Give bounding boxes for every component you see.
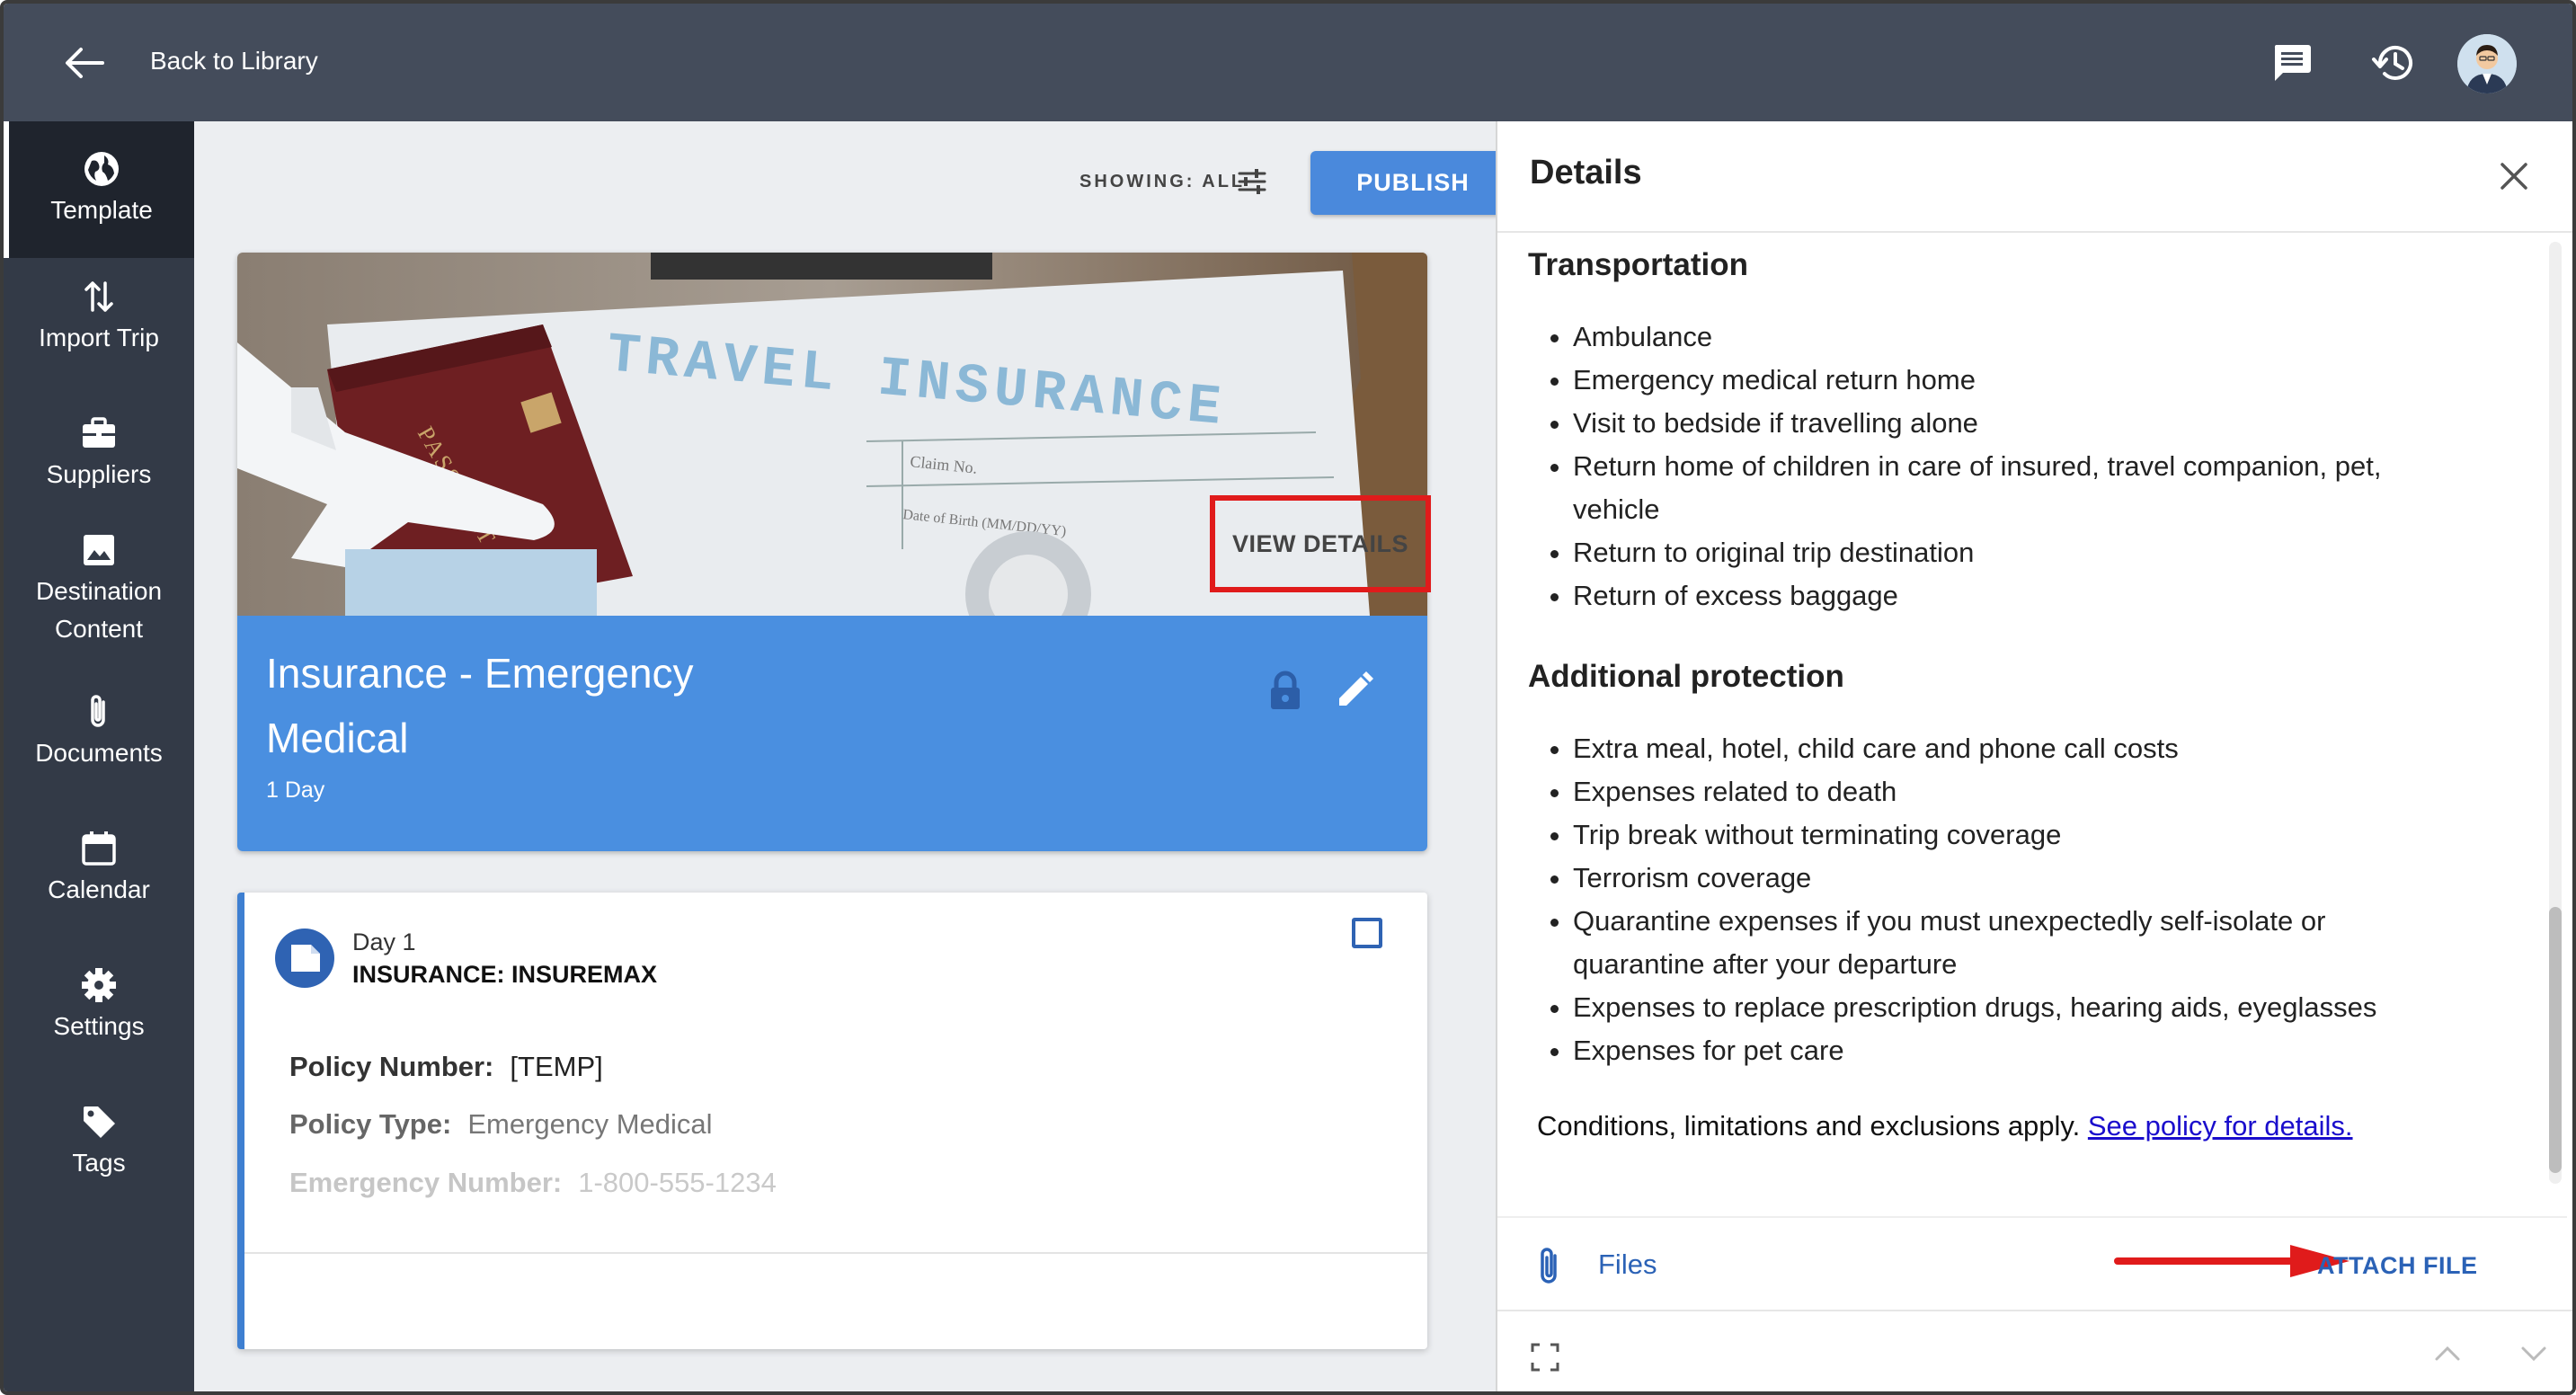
conditions-note: Conditions, limitations and exclusions a… bbox=[1537, 1110, 2353, 1142]
list-item: Emergency medical return home bbox=[1573, 359, 2526, 402]
list-item: Return of excess baggage bbox=[1573, 574, 2526, 618]
paperclip-icon bbox=[91, 695, 105, 727]
emergency-number-field: Emergency Number: 1-800-555-1234 bbox=[289, 1167, 777, 1198]
sidebar-item-label: Template bbox=[50, 196, 153, 224]
lock-icon[interactable] bbox=[1267, 670, 1303, 711]
sidebar-item-settings[interactable]: Settings bbox=[4, 964, 194, 1045]
sidebar-item-label: Suppliers bbox=[46, 460, 152, 488]
trip-duration: 1 Day bbox=[266, 777, 325, 803]
chat-icon[interactable] bbox=[2269, 40, 2315, 86]
chevron-down-icon[interactable] bbox=[2518, 1342, 2549, 1365]
section-heading-additional-protection: Additional protection bbox=[1528, 659, 1844, 694]
details-scrollbar[interactable] bbox=[2549, 242, 2562, 1184]
calendar-icon bbox=[82, 831, 116, 866]
view-details-button[interactable]: VIEW DETAILS bbox=[1210, 495, 1431, 592]
list-item: Expenses for pet care bbox=[1573, 1029, 2526, 1072]
files-label: Files bbox=[1598, 1248, 1657, 1280]
back-arrow-icon[interactable] bbox=[63, 45, 104, 81]
details-title: Details bbox=[1530, 154, 1642, 191]
sidebar-item-destination-content[interactable]: Destination Content bbox=[4, 529, 194, 648]
trip-title-band: Insurance - Emergency Medical 1 Day bbox=[237, 616, 1427, 851]
day-label: Day 1 bbox=[352, 929, 416, 955]
showing-filter-label: SHOWING: ALL bbox=[1079, 172, 1246, 191]
details-footer bbox=[1497, 1310, 2572, 1391]
list-item: Return home of children in care of insur… bbox=[1573, 445, 2526, 531]
paperclip-icon bbox=[1541, 1248, 1557, 1284]
app-window: Back to Library Template Import Trip Sup… bbox=[0, 0, 2576, 1395]
policy-number-field: Policy Number: [TEMP] bbox=[289, 1051, 603, 1082]
sidebar-item-tags[interactable]: Tags bbox=[4, 1101, 194, 1182]
transportation-list: Ambulance Emergency medical return home … bbox=[1573, 315, 2526, 618]
fullscreen-icon[interactable] bbox=[1530, 1342, 1560, 1373]
list-item: Extra meal, hotel, child care and phone … bbox=[1573, 727, 2526, 770]
top-bar: Back to Library bbox=[4, 4, 2572, 121]
sidebar-item-label: Documents bbox=[35, 739, 163, 767]
list-item: Expenses to replace prescription drugs, … bbox=[1573, 986, 2526, 1029]
sidebar-item-label: Settings bbox=[53, 1012, 145, 1040]
globe-icon bbox=[84, 152, 119, 186]
list-item: Ambulance bbox=[1573, 315, 2526, 359]
additional-protection-list: Extra meal, hotel, child care and phone … bbox=[1573, 727, 2526, 1072]
list-item: Quarantine expenses if you must unexpect… bbox=[1573, 900, 2526, 986]
trip-title: Insurance - Emergency Medical bbox=[266, 650, 694, 761]
policy-type-field: Policy Type: Emergency Medical bbox=[289, 1108, 713, 1140]
select-checkbox[interactable] bbox=[1352, 918, 1382, 948]
list-item: Return to original trip destination bbox=[1573, 531, 2526, 574]
sidebar-item-import-trip[interactable]: Import Trip bbox=[4, 276, 194, 357]
image-icon bbox=[84, 535, 114, 565]
history-icon[interactable] bbox=[2371, 40, 2418, 86]
section-heading-transportation: Transportation bbox=[1528, 247, 1749, 282]
details-panel: Details Transportation Ambulance Emergen… bbox=[1496, 121, 2572, 1391]
sidebar-item-label: Calendar bbox=[48, 875, 150, 903]
details-content: Transportation Ambulance Emergency medic… bbox=[1528, 247, 2526, 1142]
sidebar-nav: Template Import Trip Suppliers Destinati… bbox=[4, 121, 194, 1391]
document-icon bbox=[275, 929, 334, 988]
policy-details-link[interactable]: See policy for details. bbox=[2088, 1110, 2353, 1142]
list-item: Visit to bedside if travelling alone bbox=[1573, 402, 2526, 445]
sidebar-item-label: Tags bbox=[72, 1149, 126, 1177]
scrollbar-thumb[interactable] bbox=[2549, 907, 2562, 1173]
details-header: Details bbox=[1497, 121, 2572, 233]
import-arrows-icon bbox=[84, 281, 113, 312]
list-item: Expenses related to death bbox=[1573, 770, 2526, 813]
files-row: Files ATTACH FILE bbox=[1497, 1216, 2567, 1306]
attach-file-button[interactable]: ATTACH FILE bbox=[2317, 1252, 2477, 1280]
sidebar-item-label: Destination Content bbox=[35, 577, 163, 643]
sidebar-item-calendar[interactable]: Calendar bbox=[4, 828, 194, 909]
sidebar-item-template[interactable]: Template bbox=[4, 121, 194, 258]
user-avatar[interactable] bbox=[2457, 34, 2517, 93]
sidebar-item-suppliers[interactable]: Suppliers bbox=[4, 413, 194, 493]
segment-type-label: INSURANCE: INSUREMAX bbox=[352, 961, 658, 988]
sidebar-item-documents[interactable]: Documents bbox=[4, 691, 194, 772]
publish-button[interactable]: PUBLISH bbox=[1310, 151, 1515, 215]
sidebar-item-label: Import Trip bbox=[39, 324, 159, 351]
back-to-library-link[interactable]: Back to Library bbox=[150, 47, 318, 76]
gear-icon bbox=[82, 968, 116, 1002]
edit-pencil-icon[interactable] bbox=[1334, 670, 1375, 711]
main-content: SHOWING: ALL PUBLISH Claim No. Date of B… bbox=[194, 121, 1515, 1391]
filter-sliders-icon[interactable] bbox=[1237, 166, 1267, 197]
list-item: Terrorism coverage bbox=[1573, 857, 2526, 900]
itinerary-day-card[interactable]: Day 1 INSURANCE: INSUREMAX Policy Number… bbox=[237, 893, 1427, 1349]
close-icon[interactable] bbox=[2495, 157, 2533, 195]
card-divider bbox=[244, 1252, 1427, 1254]
briefcase-icon bbox=[83, 417, 115, 448]
list-item: Trip break without terminating coverage bbox=[1573, 813, 2526, 857]
tag-icon bbox=[84, 1106, 115, 1138]
chevron-up-icon[interactable] bbox=[2432, 1342, 2463, 1365]
